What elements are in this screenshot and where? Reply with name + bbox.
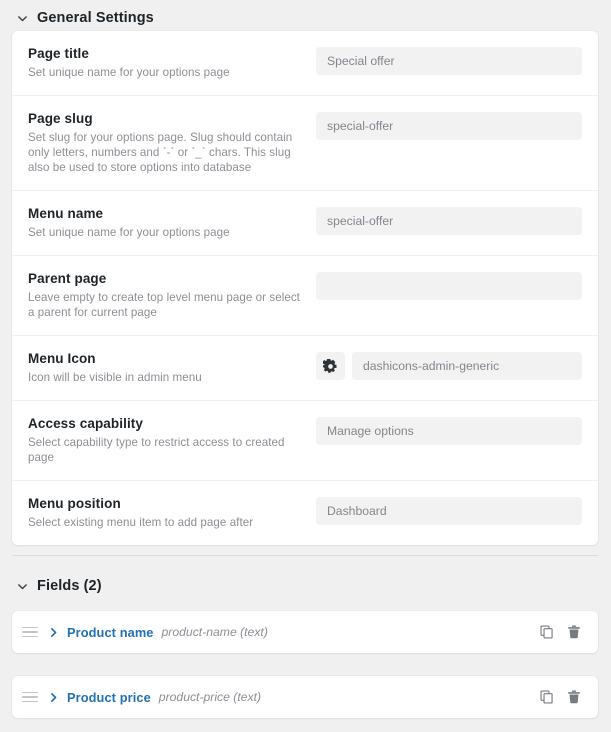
row-parent-page-description: Leave empty to create top level menu pag… xyxy=(28,291,300,319)
copy-icon[interactable] xyxy=(537,622,557,642)
options-page-builder: General Settings Page title Set unique n… xyxy=(0,0,611,732)
fields-title: Fields (2) xyxy=(37,578,102,594)
trash-icon[interactable] xyxy=(564,622,584,642)
list-item[interactable]: Product price product-price (text) xyxy=(12,676,598,718)
fields-header[interactable]: Fields (2) xyxy=(0,572,102,600)
row-access-capability-label-group: Access capability Select capability type… xyxy=(28,415,316,465)
trash-icon[interactable] xyxy=(564,687,584,707)
drag-handle-icon[interactable] xyxy=(22,689,38,705)
parent-page-input[interactable] xyxy=(316,272,582,300)
row-page-slug-label: Page slug xyxy=(28,111,93,126)
row-menu-name-label-group: Menu name Set unique name for your optio… xyxy=(28,205,316,240)
row-menu-icon-description: Icon will be visible in admin menu xyxy=(28,371,202,384)
row-menu-name: Menu name Set unique name for your optio… xyxy=(12,191,598,256)
row-parent-page-control xyxy=(316,270,582,300)
row-page-slug: Page slug Set slug for your options page… xyxy=(12,96,598,191)
row-menu-icon: Menu Icon Icon will be visible in admin … xyxy=(12,336,598,401)
field-title-link[interactable]: Product price xyxy=(67,690,151,705)
row-page-title: Page title Set unique name for your opti… xyxy=(12,31,598,96)
general-settings-header[interactable]: General Settings xyxy=(0,4,154,32)
general-settings-title: General Settings xyxy=(37,10,154,26)
list-item[interactable]: Product name product-name (text) xyxy=(12,611,598,653)
chevron-right-icon[interactable] xyxy=(46,690,60,704)
drag-handle-icon[interactable] xyxy=(22,624,38,640)
row-menu-position-control xyxy=(316,495,582,525)
row-page-title-label-group: Page title Set unique name for your opti… xyxy=(28,45,316,80)
row-menu-icon-control xyxy=(316,350,582,380)
field-title-link[interactable]: Product name xyxy=(67,625,154,640)
general-settings-card: Page title Set unique name for your opti… xyxy=(12,31,598,545)
gear-icon[interactable] xyxy=(316,352,345,380)
access-capability-input[interactable] xyxy=(316,417,582,445)
row-menu-name-label: Menu name xyxy=(28,206,104,221)
page-title-input[interactable] xyxy=(316,47,582,75)
row-page-slug-description: Set slug for your options page. Slug sho… xyxy=(28,131,293,174)
row-menu-icon-label-group: Menu Icon Icon will be visible in admin … xyxy=(28,350,316,385)
chevron-down-icon[interactable] xyxy=(16,12,28,24)
row-parent-page: Parent page Leave empty to create top le… xyxy=(12,256,598,336)
row-access-capability-description: Select capability type to restrict acces… xyxy=(28,436,285,464)
row-menu-position: Menu position Select existing menu item … xyxy=(12,481,598,545)
copy-icon[interactable] xyxy=(537,687,557,707)
row-menu-position-label: Menu position xyxy=(28,496,121,511)
row-access-capability-label: Access capability xyxy=(28,416,144,431)
row-page-title-label: Page title xyxy=(28,46,90,61)
row-menu-name-control xyxy=(316,205,582,235)
chevron-right-icon[interactable] xyxy=(46,625,60,639)
row-page-slug-label-group: Page slug Set slug for your options page… xyxy=(28,110,316,175)
menu-position-input[interactable] xyxy=(316,497,582,525)
row-menu-position-label-group: Menu position Select existing menu item … xyxy=(28,495,316,530)
row-parent-page-label: Parent page xyxy=(28,271,107,286)
row-page-title-description: Set unique name for your options page xyxy=(28,66,230,79)
row-parent-page-label-group: Parent page Leave empty to create top le… xyxy=(28,270,316,320)
row-menu-position-description: Select existing menu item to add page af… xyxy=(28,516,254,529)
row-menu-name-description: Set unique name for your options page xyxy=(28,226,230,239)
row-access-capability-control xyxy=(316,415,582,445)
row-page-slug-control xyxy=(316,110,582,140)
field-meta: product-price (text) xyxy=(158,690,262,704)
chevron-down-icon[interactable] xyxy=(16,580,28,592)
page-slug-input[interactable] xyxy=(316,112,582,140)
menu-icon-input[interactable] xyxy=(352,352,582,380)
field-meta: product-name (text) xyxy=(161,625,268,639)
section-divider xyxy=(12,555,598,556)
row-page-title-control xyxy=(316,45,582,75)
row-menu-icon-label: Menu Icon xyxy=(28,351,96,366)
menu-name-input[interactable] xyxy=(316,207,582,235)
row-access-capability: Access capability Select capability type… xyxy=(12,401,598,481)
